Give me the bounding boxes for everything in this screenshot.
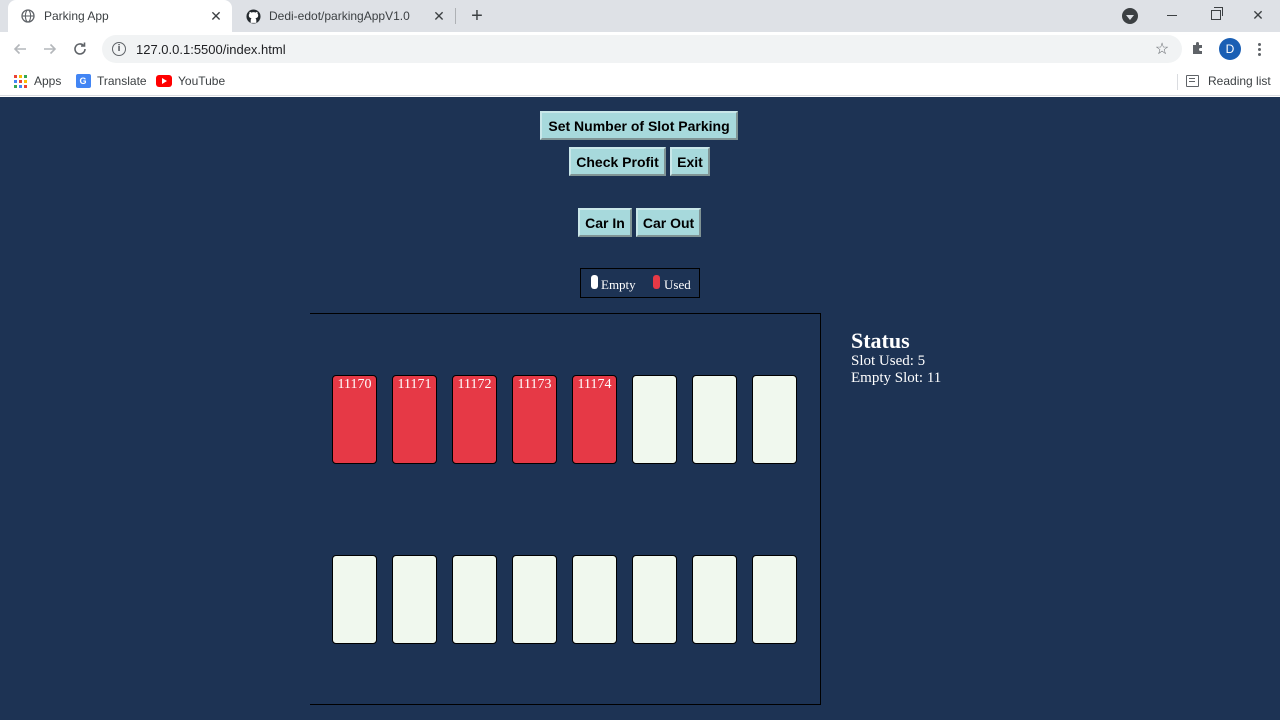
reading-list-button[interactable]: Reading list <box>1186 71 1271 91</box>
github-icon <box>245 8 261 24</box>
restore-icon <box>1211 7 1223 20</box>
bookmark-label: Translate <box>97 74 147 88</box>
extensions-puzzle-icon[interactable] <box>1188 40 1208 58</box>
check-profit-button[interactable]: Check Profit <box>569 147 666 176</box>
status-title: Status <box>851 328 910 353</box>
window-close-button[interactable]: ✕ <box>1236 0 1280 30</box>
slot-used-count: Slot Used: 5 <box>851 353 926 369</box>
close-icon: ✕ <box>1252 6 1264 23</box>
restore-button[interactable] <box>1194 0 1238 30</box>
close-tab-icon[interactable]: ✕ <box>208 8 224 24</box>
reading-list-icon <box>1186 75 1199 87</box>
address-bar[interactable]: i 127.0.0.1:5500/index.html ☆ <box>102 35 1182 63</box>
bookmark-star-icon[interactable]: ☆ <box>1152 39 1172 59</box>
bookmark-label: Apps <box>34 74 62 88</box>
bookmark-label: YouTube <box>178 74 226 88</box>
minimize-button[interactable] <box>1150 0 1194 30</box>
reload-icon[interactable] <box>68 37 92 61</box>
slot-legend: Empty Used <box>580 268 700 298</box>
parking-slot <box>512 555 557 644</box>
parking-slot <box>632 375 677 464</box>
bookmark-youtube[interactable]: YouTube <box>156 71 225 91</box>
tab-search-icon[interactable] <box>1122 8 1138 24</box>
back-arrow-icon[interactable] <box>8 37 32 61</box>
url-text: 127.0.0.1:5500/index.html <box>136 41 286 57</box>
forward-arrow-icon[interactable] <box>38 37 62 61</box>
globe-icon <box>20 8 36 24</box>
car-in-button[interactable]: Car In <box>578 208 632 237</box>
bookmark-translate[interactable]: G Translate <box>75 71 147 91</box>
bookmarks-bar: Apps G Translate YouTube Reading list <box>0 66 1280 96</box>
browser-menu-icon[interactable] <box>1251 39 1267 59</box>
parking-slot <box>392 555 437 644</box>
tab-parking-app[interactable]: Parking App ✕ <box>8 0 232 32</box>
parking-slot: 11171 <box>392 375 437 464</box>
parking-slot: 11174 <box>572 375 617 464</box>
parking-slot <box>752 375 797 464</box>
parking-slot <box>452 555 497 644</box>
legend-used-swatch <box>653 275 660 289</box>
info-icon[interactable]: i <box>112 42 126 56</box>
tab-strip: Parking App ✕ Dedi-edot/parkingAppV1.0 ✕… <box>0 0 1280 32</box>
bookmarks-divider <box>1177 74 1178 90</box>
parking-slot <box>692 375 737 464</box>
bookmark-apps[interactable]: Apps <box>12 71 61 91</box>
tab-title: Dedi-edot/parkingAppV1.0 <box>269 9 410 23</box>
status-panel: Status Slot Used: 5 Empty Slot: 11 <box>851 329 941 387</box>
translate-icon: G <box>75 73 91 89</box>
parking-slot <box>692 555 737 644</box>
parking-slot: 11173 <box>512 375 557 464</box>
set-slot-number-button[interactable]: Set Number of Slot Parking <box>540 111 738 140</box>
parking-slot: 11170 <box>332 375 377 464</box>
new-tab-icon[interactable]: + <box>466 4 488 28</box>
parking-slot: 11172 <box>452 375 497 464</box>
browser-toolbar: i 127.0.0.1:5500/index.html ☆ D <box>0 32 1280 66</box>
legend-empty-label: Empty <box>601 277 636 292</box>
car-out-button[interactable]: Car Out <box>636 208 701 237</box>
close-tab-icon[interactable]: ✕ <box>431 8 447 24</box>
parking-slot <box>332 555 377 644</box>
legend-empty-swatch <box>591 275 598 289</box>
profile-avatar[interactable]: D <box>1219 38 1241 60</box>
empty-slot-count: Empty Slot: 11 <box>851 370 942 386</box>
reading-list-label: Reading list <box>1208 74 1271 88</box>
apps-grid-icon <box>12 73 28 89</box>
browser-chrome: Parking App ✕ Dedi-edot/parkingAppV1.0 ✕… <box>0 0 1280 97</box>
tab-divider <box>455 8 456 24</box>
tab-title: Parking App <box>44 9 109 23</box>
youtube-icon <box>156 73 172 89</box>
parking-lot: 11170 11171 11172 11173 11174 <box>310 313 821 705</box>
parking-slot <box>632 555 677 644</box>
parking-slot <box>572 555 617 644</box>
parking-slot <box>752 555 797 644</box>
legend-used-label: Used <box>664 277 691 292</box>
tab-github[interactable]: Dedi-edot/parkingAppV1.0 ✕ <box>233 0 455 32</box>
minimize-icon <box>1167 14 1177 16</box>
exit-button[interactable]: Exit <box>670 147 710 176</box>
